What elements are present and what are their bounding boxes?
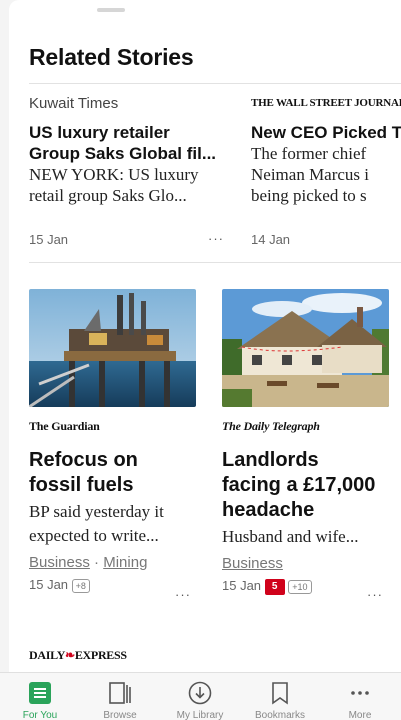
oil-rig-illustration	[29, 289, 196, 407]
headline-line: headache	[222, 499, 315, 521]
tab-my-library[interactable]: My Library	[160, 673, 240, 720]
story-summary: The former chief Neiman Marcus i being p…	[251, 143, 401, 206]
download-icon	[188, 681, 212, 705]
story-tags: Business	[222, 555, 401, 572]
headline-line: Landlords	[222, 449, 319, 471]
story-date: 15 Jan	[222, 578, 262, 593]
related-stories-sheet: Related Stories Kuwait Times US luxury r…	[9, 0, 401, 672]
summary-line: BP said yesterday it	[29, 502, 164, 521]
pub-illustration	[222, 289, 389, 407]
summary-line: retail group Saks Glo...	[29, 186, 187, 205]
for-you-icon	[29, 682, 51, 704]
more-icon	[351, 691, 369, 695]
tab-label: Browse	[103, 710, 137, 720]
news-app: Related Stories Kuwait Times US luxury r…	[0, 0, 401, 720]
story-date: 15 Jan	[29, 232, 69, 247]
story-headline: US luxury retailer Group Saks Global fil…	[29, 122, 229, 164]
summary-line: being picked to s	[251, 186, 367, 205]
tab-bar: For You Browse My Library Bookmarks More	[0, 672, 401, 720]
divider	[29, 262, 401, 263]
source-word: DAILY	[29, 648, 66, 662]
tab-for-you[interactable]: For You	[0, 673, 80, 720]
story-source: THE WALL STREET JOURNAL.	[251, 97, 401, 109]
source-word: EXPRESS	[74, 648, 127, 662]
story-source: The Daily Telegraph	[222, 419, 320, 433]
tag-mining[interactable]: Mining	[103, 554, 147, 571]
story-summary: NEW YORK: US luxury retail group Saks Gl…	[29, 164, 229, 206]
next-story-source[interactable]: DAILY❧EXPRESS	[29, 648, 127, 663]
tab-label: More	[348, 710, 372, 720]
divider	[29, 83, 401, 84]
tab-label: Bookmarks	[254, 710, 305, 720]
story-summary: Husband and wife...	[222, 527, 359, 546]
story-headline: Refocus on fossil fuels	[29, 448, 209, 498]
story-summary: BP said yesterday it expected to write..…	[29, 500, 209, 548]
summary-line: The former chief	[251, 144, 367, 163]
story-card-wsj[interactable]: THE WALL STREET JOURNAL. New CEO Picked …	[251, 95, 401, 255]
source-separator: ❧	[65, 648, 75, 662]
headline-line: fossil fuels	[29, 474, 134, 496]
headline-line: Group Saks Global fil...	[29, 144, 217, 163]
story-card-kuwait-times[interactable]: Kuwait Times US luxury retailer Group Sa…	[29, 95, 229, 255]
story-date: 14 Jan	[251, 232, 291, 247]
sheet-grabber[interactable]	[97, 8, 125, 12]
tab-more[interactable]: More	[320, 673, 400, 720]
story-tags: Business · Mining	[29, 554, 209, 571]
comments-flag[interactable]: 5	[264, 578, 285, 595]
story-more-button[interactable]: ···	[175, 587, 191, 602]
tag-business[interactable]: Business	[222, 555, 283, 572]
story-headline: New CEO Picked T	[251, 123, 401, 142]
headline-line: US luxury retailer	[29, 123, 170, 142]
story-image-oil-rig[interactable]	[29, 289, 196, 407]
tab-label: My Library	[176, 710, 224, 720]
headline-line: facing a £17,000	[222, 474, 376, 496]
related-count-badge[interactable]: +10	[288, 579, 312, 594]
headline-line: Refocus on	[29, 449, 138, 471]
related-count-badge[interactable]: +8	[71, 578, 90, 593]
story-headline: Landlords facing a £17,000 headache	[222, 448, 401, 523]
bookmark-icon	[272, 682, 288, 705]
story-date: 15 Jan	[29, 577, 69, 592]
summary-line: expected to write...	[29, 526, 159, 545]
tab-bookmarks[interactable]: Bookmarks	[240, 673, 320, 720]
summary-line: NEW YORK: US luxury	[29, 165, 199, 184]
tab-browse[interactable]: Browse	[80, 673, 160, 720]
section-title: Related Stories	[29, 44, 194, 70]
summary-line: Neiman Marcus i	[251, 165, 370, 184]
browse-icon	[109, 682, 131, 704]
story-source: Kuwait Times	[29, 95, 119, 112]
story-image-country-pub[interactable]	[222, 289, 389, 407]
story-more-button[interactable]: ···	[208, 231, 224, 246]
tag-business[interactable]: Business	[29, 554, 90, 571]
story-source: The Guardian	[29, 419, 100, 433]
story-more-button[interactable]: ···	[367, 587, 383, 602]
tab-label: For You	[22, 710, 58, 720]
tag-separator: ·	[94, 554, 100, 571]
